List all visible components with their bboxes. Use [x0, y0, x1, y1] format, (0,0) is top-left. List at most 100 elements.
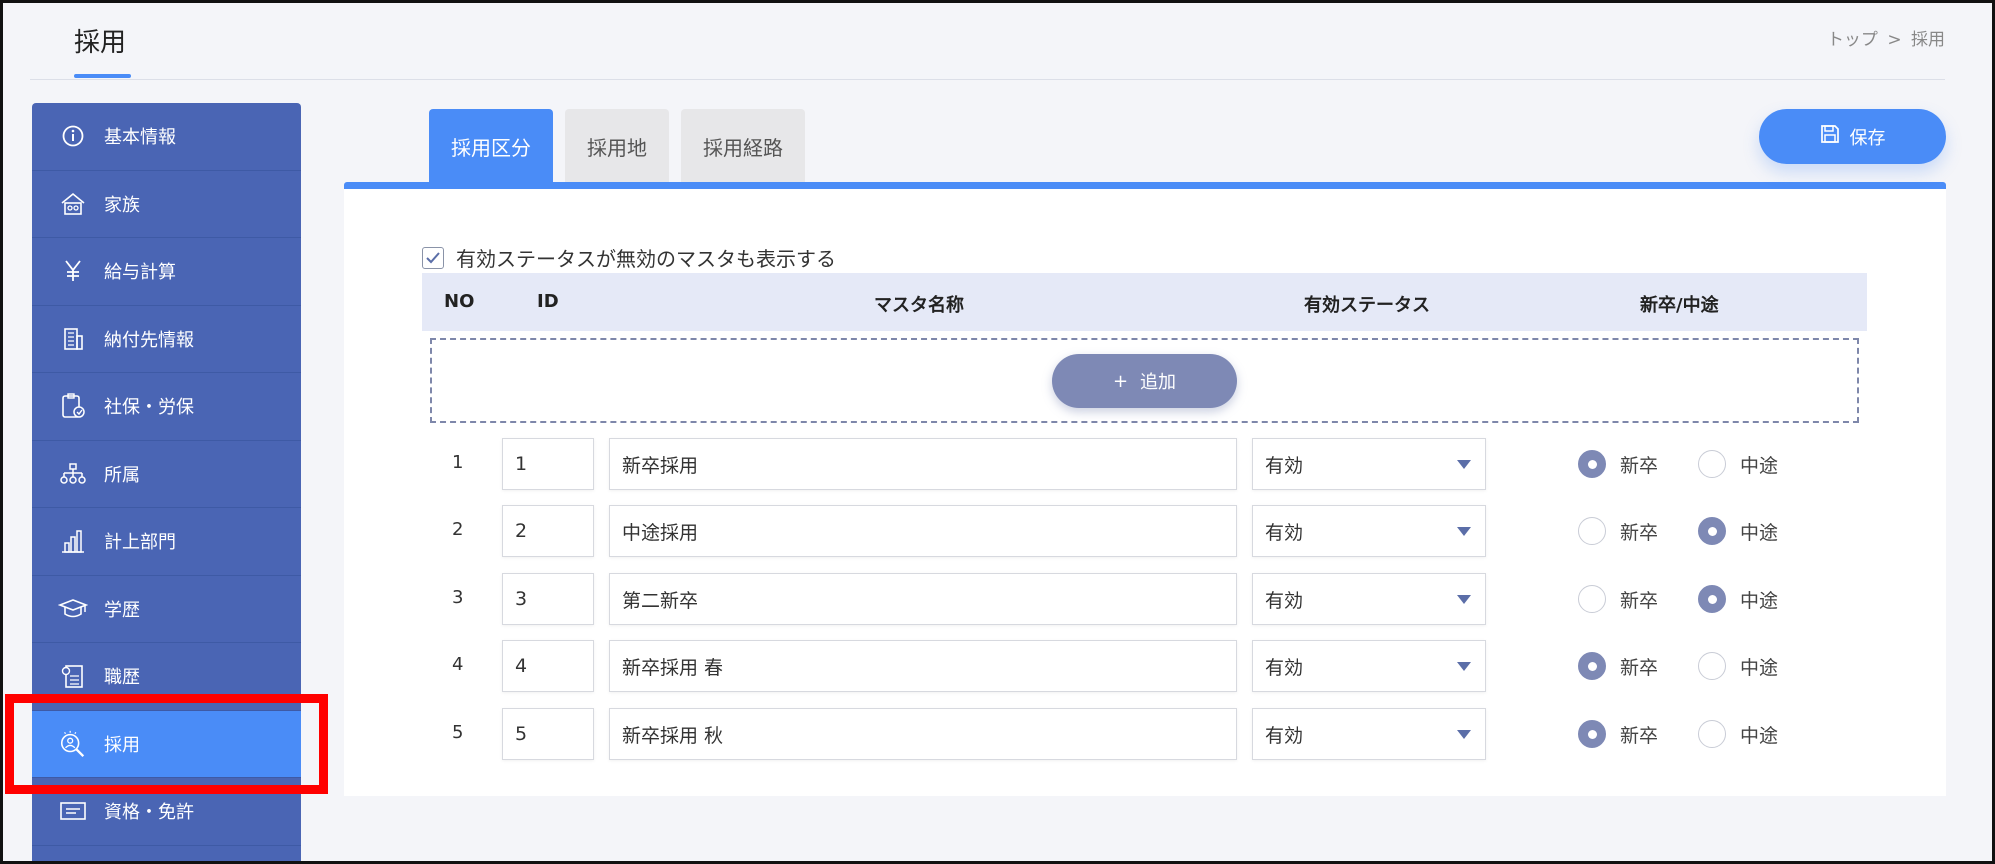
radio-new-graduate[interactable]: 新卒	[1578, 640, 1658, 692]
status-select[interactable]: 有効	[1252, 438, 1486, 490]
radio-mid-career[interactable]: 中途	[1698, 640, 1778, 692]
sidebar-item-payroll[interactable]: 給与計算	[32, 238, 301, 306]
id-input[interactable]: 1	[502, 438, 594, 490]
building-icon	[58, 324, 88, 354]
title-underline	[74, 74, 131, 78]
row-no: 5	[452, 722, 464, 743]
certificate-icon	[58, 796, 88, 826]
status-select[interactable]: 有効	[1252, 573, 1486, 625]
radio-new-graduate[interactable]: 新卒	[1578, 505, 1658, 557]
radio-label: 新卒	[1620, 454, 1659, 477]
header-type: 新卒/中途	[1640, 295, 1719, 316]
sidebar-item-label: 基本情報	[104, 127, 176, 149]
sidebar-item-label: 資格・免許	[104, 802, 194, 824]
caret-down-icon	[1457, 594, 1471, 604]
header-no: NO	[444, 291, 475, 312]
radio-button[interactable]	[1578, 517, 1606, 545]
info-icon	[58, 121, 88, 151]
plus-icon: +	[1112, 370, 1129, 392]
show-inactive-option[interactable]: 有効ステータスが無効のマスタも表示する	[422, 243, 836, 272]
radio-label: 中途	[1740, 656, 1779, 679]
radio-button[interactable]	[1698, 585, 1726, 613]
header-status: 有効ステータス	[1304, 295, 1430, 316]
id-input[interactable]: 3	[502, 573, 594, 625]
id-input[interactable]: 4	[502, 640, 594, 692]
caret-down-icon	[1457, 526, 1471, 536]
status-select[interactable]: 有効	[1252, 708, 1486, 760]
breadcrumb-top-link[interactable]: トップ	[1827, 30, 1878, 50]
radio-button[interactable]	[1578, 652, 1606, 680]
sidebar-item-label: 給与計算	[104, 262, 176, 284]
status-value: 有効	[1265, 656, 1304, 679]
sidebar-item-insurance[interactable]: 社保・労保	[32, 373, 301, 441]
name-input[interactable]: 中途採用	[609, 505, 1237, 557]
clipboard-shield-icon	[58, 391, 88, 421]
caret-down-icon	[1457, 661, 1471, 671]
radio-label: 新卒	[1620, 589, 1659, 612]
table-row: 1 1 新卒採用 有効 新卒 中途	[0, 438, 1995, 490]
header-name: マスタ名称	[874, 295, 964, 316]
add-label: 追加	[1140, 372, 1177, 393]
table-row: 4 4 新卒採用 春 有効 新卒 中途	[0, 640, 1995, 692]
id-input[interactable]: 2	[502, 505, 594, 557]
radio-button[interactable]	[1578, 720, 1606, 748]
caret-down-icon	[1457, 459, 1471, 469]
radio-new-graduate[interactable]: 新卒	[1578, 573, 1658, 625]
row-no: 1	[452, 452, 464, 473]
radio-label: 中途	[1740, 521, 1779, 544]
radio-button[interactable]	[1698, 720, 1726, 748]
breadcrumb: トップ > 採用	[1827, 25, 1945, 50]
id-input[interactable]: 5	[502, 708, 594, 760]
row-no: 2	[452, 519, 464, 540]
radio-label: 新卒	[1620, 724, 1659, 747]
radio-button[interactable]	[1698, 450, 1726, 478]
radio-new-graduate[interactable]: 新卒	[1578, 438, 1658, 490]
radio-button[interactable]	[1698, 517, 1726, 545]
radio-new-graduate[interactable]: 新卒	[1578, 708, 1658, 760]
row-no: 4	[452, 654, 464, 675]
sidebar-item-family[interactable]: 家族	[32, 171, 301, 238]
header-divider	[30, 79, 1945, 80]
name-input[interactable]: 新卒採用 秋	[609, 708, 1237, 760]
status-select[interactable]: 有効	[1252, 505, 1486, 557]
tab-recruitment-route[interactable]: 採用経路	[681, 109, 805, 183]
radio-label: 新卒	[1620, 656, 1659, 679]
radio-button[interactable]	[1578, 450, 1606, 478]
radio-button[interactable]	[1698, 652, 1726, 680]
status-value: 有効	[1265, 589, 1304, 612]
row-no: 3	[452, 587, 464, 608]
show-inactive-checkbox[interactable]	[422, 246, 444, 269]
highlight-annotation	[5, 694, 328, 794]
header-id: ID	[537, 291, 559, 312]
sidebar-item-payment-info[interactable]: 納付先情報	[32, 306, 301, 373]
tab-recruitment-location[interactable]: 採用地	[565, 109, 669, 183]
radio-label: 中途	[1740, 724, 1779, 747]
save-button[interactable]: 保存	[1759, 109, 1946, 164]
radio-label: 中途	[1740, 454, 1779, 477]
table-row: 2 2 中途採用 有効 新卒 中途	[0, 505, 1995, 557]
name-input[interactable]: 新卒採用	[609, 438, 1237, 490]
radio-mid-career[interactable]: 中途	[1698, 505, 1778, 557]
house-icon	[58, 189, 88, 219]
radio-mid-career[interactable]: 中途	[1698, 438, 1778, 490]
status-value: 有効	[1265, 454, 1304, 477]
table-row: 3 3 第二新卒 有効 新卒 中途	[0, 573, 1995, 625]
yen-icon	[58, 256, 88, 286]
radio-label: 新卒	[1620, 521, 1659, 544]
name-input[interactable]: 新卒採用 春	[609, 640, 1237, 692]
sidebar-item-basic-info[interactable]: 基本情報	[32, 103, 301, 171]
radio-mid-career[interactable]: 中途	[1698, 573, 1778, 625]
radio-button[interactable]	[1578, 585, 1606, 613]
breadcrumb-current: 採用	[1911, 30, 1945, 50]
tab-recruitment-category[interactable]: 採用区分	[429, 109, 553, 183]
name-input[interactable]: 第二新卒	[609, 573, 1237, 625]
radio-label: 中途	[1740, 589, 1779, 612]
show-inactive-label: 有効ステータスが無効のマスタも表示する	[456, 247, 836, 271]
add-button[interactable]: + 追加	[1052, 354, 1237, 408]
status-select[interactable]: 有効	[1252, 640, 1486, 692]
page-title: 採用	[74, 28, 127, 58]
table-header: NO ID マスタ名称 有効ステータス 新卒/中途	[422, 273, 1867, 331]
radio-mid-career[interactable]: 中途	[1698, 708, 1778, 760]
floppy-disk-icon	[1820, 124, 1840, 149]
sidebar-item-label: 納付先情報	[104, 329, 194, 351]
